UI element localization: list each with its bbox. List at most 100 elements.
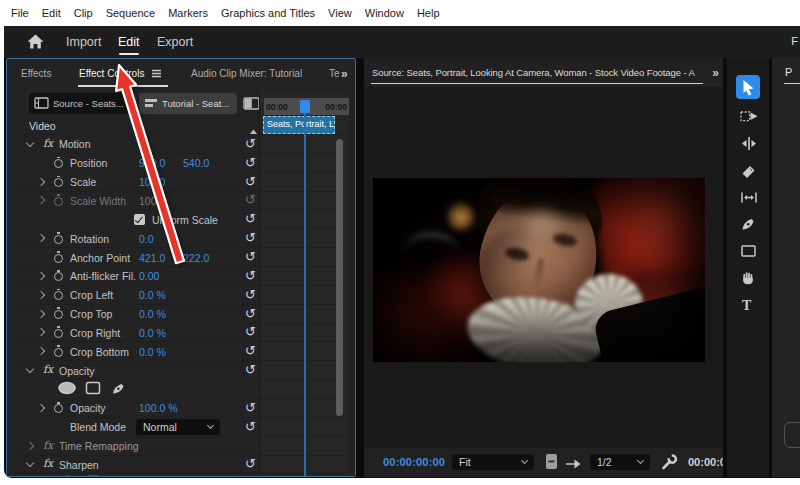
playhead-line[interactable] — [304, 113, 306, 477]
disclosure-chevron[interactable] — [37, 272, 45, 280]
panel-tab-effects[interactable]: Effects — [21, 68, 51, 79]
reset-icon[interactable]: ↺ — [245, 192, 256, 207]
disclosure-chevron[interactable] — [37, 347, 45, 355]
header-tab-edit[interactable]: Edit — [118, 26, 140, 58]
tool-type[interactable]: T — [740, 297, 758, 315]
disclosure-chevron[interactable] — [37, 290, 45, 298]
stopwatch-icon[interactable] — [54, 272, 63, 281]
stopwatch-icon[interactable] — [54, 291, 63, 300]
disclosure-chevron[interactable] — [37, 328, 45, 336]
menu-sequence[interactable]: Sequence — [106, 7, 156, 19]
reset-icon[interactable]: ↺ — [245, 268, 256, 283]
reset-icon[interactable]: ↺ — [245, 155, 256, 170]
zoom-level-select[interactable]: Fit — [452, 454, 534, 470]
property-value[interactable]: 0.0 % — [139, 308, 166, 320]
fx-badge[interactable]: fx — [43, 439, 53, 452]
reset-icon[interactable]: ↺ — [245, 400, 256, 415]
property-value[interactable]: 0.0 % — [139, 289, 166, 301]
menu-help[interactable]: Help — [417, 7, 440, 19]
uniform-scale-checkbox[interactable] — [134, 214, 145, 225]
pen-mask-icon[interactable] — [111, 381, 126, 399]
tool-pen[interactable] — [740, 216, 758, 234]
property-value[interactable]: 0.0 — [139, 233, 154, 245]
reset-icon[interactable]: ↺ — [245, 211, 256, 226]
effect-name[interactable]: Opacity — [59, 365, 95, 377]
stopwatch-icon[interactable] — [54, 235, 63, 244]
panel-tab-audio-clip-mixer-tutorial[interactable]: Audio Clip Mixer: Tutorial — [191, 68, 302, 79]
header-tab-export[interactable]: Export — [157, 26, 193, 58]
property-value[interactable]: 0.00 — [139, 270, 159, 282]
disclosure-chevron[interactable] — [37, 404, 45, 412]
stopwatch-icon[interactable] — [54, 310, 63, 319]
menu-window[interactable]: Window — [365, 7, 404, 19]
reset-icon[interactable]: ↺ — [245, 306, 256, 321]
stopwatch-icon[interactable] — [54, 178, 63, 187]
property-value[interactable]: 100.0 — [139, 195, 165, 207]
reset-icon[interactable]: ↺ — [245, 287, 256, 302]
disclosure-chevron[interactable] — [26, 365, 34, 373]
disclosure-chevron[interactable] — [26, 139, 34, 147]
ellipse-mask-icon[interactable] — [57, 475, 77, 477]
button-editor-icon[interactable] — [545, 453, 558, 474]
tool-track-select-forward[interactable] — [740, 108, 758, 126]
tool-ripple-edit[interactable] — [740, 135, 758, 153]
menu-file[interactable]: File — [11, 7, 29, 19]
split-view-icon[interactable] — [243, 96, 260, 114]
stopwatch-icon[interactable] — [54, 404, 63, 413]
menu-markers[interactable]: Markers — [168, 7, 208, 19]
panel-menu-icon[interactable] — [151, 69, 162, 80]
effect-name[interactable]: Sharpen — [59, 459, 99, 471]
rect-mask-icon[interactable] — [85, 381, 101, 399]
playback-resolution-select[interactable]: 1/2 — [590, 454, 650, 470]
stopwatch-icon[interactable] — [54, 329, 63, 338]
property-value[interactable]: 540.0 — [183, 157, 209, 169]
tool-slip[interactable] — [740, 189, 758, 207]
sequence-clip-tab[interactable]: Tutorial - Seat... — [139, 93, 237, 114]
panel-scrollbar[interactable] — [336, 139, 343, 416]
disclosure-chevron[interactable] — [37, 177, 45, 185]
mini-timeline-ruler[interactable]: 00:00 00:00 — [264, 98, 349, 115]
effect-name[interactable]: Time Remapping — [59, 440, 139, 452]
panel-tab-te[interactable]: Te — [329, 68, 340, 79]
panel-overflow-chevrons[interactable]: » — [712, 66, 719, 80]
settings-wrench-icon[interactable] — [660, 453, 678, 475]
home-icon[interactable] — [26, 33, 45, 54]
reset-icon[interactable]: ↺ — [245, 362, 256, 377]
fx-badge[interactable]: fx — [43, 137, 53, 150]
property-value[interactable]: 960.0 — [139, 157, 165, 169]
disclosure-chevron[interactable] — [37, 309, 45, 317]
property-value[interactable]: 0.0 % — [139, 346, 166, 358]
tool-selection[interactable] — [736, 75, 760, 99]
reset-icon[interactable]: ↺ — [245, 456, 256, 471]
header-tab-import[interactable]: Import — [66, 26, 101, 58]
rect-mask-icon[interactable] — [85, 475, 101, 477]
panel-tab-effect-controls[interactable]: Effect Controls — [79, 68, 162, 80]
property-value[interactable]: 100.0 % — [139, 402, 178, 414]
reset-icon[interactable]: ↺ — [245, 174, 256, 189]
ellipse-mask-icon[interactable] — [57, 381, 77, 399]
program-monitor-tab[interactable]: P — [785, 66, 792, 78]
tool-hand[interactable] — [740, 270, 758, 288]
timeline-clip-bar[interactable]: Seats, Portrait, L — [263, 116, 335, 134]
tool-razor[interactable] — [740, 162, 758, 180]
panel-overflow-chevrons[interactable]: » — [341, 67, 348, 81]
reset-icon[interactable]: ↺ — [245, 136, 256, 151]
reset-icon[interactable]: ↺ — [245, 419, 256, 434]
menu-view[interactable]: View — [328, 7, 352, 19]
menu-edit[interactable]: Edit — [42, 7, 61, 19]
property-value[interactable]: 0.0 % — [139, 327, 166, 339]
pen-mask-icon[interactable] — [111, 475, 126, 477]
property-value[interactable]: 100.0 — [139, 176, 165, 188]
stopwatch-icon[interactable] — [54, 197, 63, 206]
property-value[interactable]: 421.0 — [139, 252, 165, 264]
blend-mode-select[interactable]: Normal — [136, 419, 220, 435]
menu-graphics-and-titles[interactable]: Graphics and Titles — [221, 7, 315, 19]
effect-name[interactable]: Motion — [59, 138, 91, 150]
tool-rectangle[interactable] — [740, 243, 758, 261]
stopwatch-icon[interactable] — [54, 254, 63, 263]
property-value[interactable]: 222.0 — [183, 252, 209, 264]
fx-badge[interactable]: fx — [43, 363, 53, 376]
menu-clip[interactable]: Clip — [74, 7, 93, 19]
reset-icon[interactable]: ↺ — [245, 343, 256, 358]
stopwatch-icon[interactable] — [54, 159, 63, 168]
